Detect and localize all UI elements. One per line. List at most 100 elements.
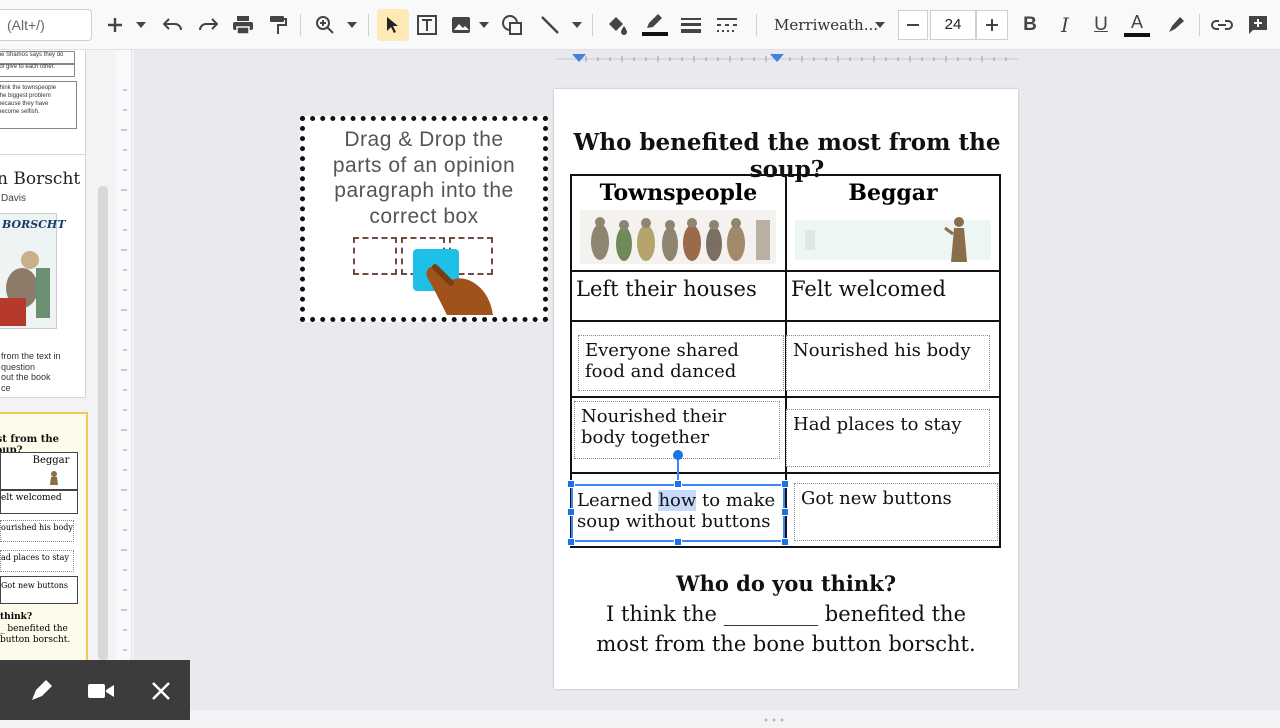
toolbar-divider [300,14,301,36]
bold-icon: B [1023,14,1037,35]
right-indent-marker[interactable] [770,54,784,62]
drop-zone-graphic [353,237,397,275]
italic-button[interactable]: I [1051,9,1079,41]
hand-pointer-icon [426,264,493,315]
line-dropdown[interactable] [568,9,586,41]
italic-icon: I [1061,13,1069,37]
increase-font-size-button[interactable] [976,10,1008,40]
thumb-text: from the text in question out the book c… [1,351,61,393]
resize-handle-e[interactable] [781,508,789,516]
line-dash-icon [717,18,737,32]
table-header-townspeople[interactable]: Townspeople [570,174,787,272]
webcam-button[interactable] [86,676,116,706]
select-tool-button[interactable] [377,9,409,41]
print-button[interactable] [228,9,258,41]
slide-filmstrip: the Shamos says they do not give to each… [0,50,114,720]
line-icon [541,16,559,34]
screen-recorder-controls [0,660,190,720]
draggable-card[interactable]: Nourished his body [786,335,990,391]
filmstrip-scrollbar[interactable] [98,186,108,660]
line-weight-icon [681,18,701,33]
instruction-box[interactable]: Drag & Drop the parts of an opinion para… [300,116,548,322]
slide-thumbnail-book[interactable]: n Borscht Davis BORSCHT from the text in… [0,154,86,398]
resize-handle-nw[interactable] [567,480,575,488]
draggable-card[interactable]: Had places to stay [786,409,990,467]
border-weight-button[interactable] [676,9,706,41]
underline-icon: U [1094,14,1108,35]
slide-thumbnail-current[interactable]: ost from the soup? Beggar elt welcomed o… [0,412,88,662]
decrease-font-size-button[interactable] [898,10,928,40]
prompt-line: I think the _________ benefited the [605,602,967,626]
new-slide-layout-dropdown[interactable] [132,9,150,41]
redo-icon [199,18,218,31]
selection-frame [571,484,785,542]
slide-page[interactable]: Who benefited the most from the soup? To… [554,89,1018,689]
font-size-input[interactable]: 24 [930,10,976,40]
zoom-button[interactable] [310,9,340,41]
close-recorder-button[interactable] [146,676,176,706]
column-header: Beggar [848,180,938,206]
thumb-col-header: Beggar [32,455,70,466]
add-comment-button[interactable] [1243,9,1273,41]
instruction-text: Drag & Drop the parts of an opinion para… [305,127,543,229]
left-indent-marker[interactable] [572,54,586,62]
chevron-down-icon [347,22,357,28]
book-cover-image: BORSCHT [0,213,66,329]
beggar-illustration [794,217,991,262]
vertical-ruler [116,50,132,710]
image-dropdown[interactable] [478,9,490,41]
paint-format-button[interactable] [263,9,293,41]
resize-handle-w[interactable] [567,508,575,516]
resize-handle-n[interactable] [674,480,682,488]
beggar-figure-icon [50,471,58,485]
prompt-question: Who do you think? [675,571,897,596]
border-dash-button[interactable] [712,9,742,41]
table-cell-felt-welcomed[interactable]: Felt welcomed [784,270,1002,322]
toolbar-divider [592,14,593,36]
highlight-color-button[interactable] [1161,9,1191,41]
resize-handle-ne[interactable] [781,480,789,488]
insert-link-button[interactable] [1207,9,1237,41]
zoom-dropdown[interactable] [343,9,361,41]
search-menus-input[interactable]: (Alt+/) [0,9,92,41]
thumb-author: Davis [1,193,27,204]
grip-dots-icon [764,718,784,722]
resize-handle-se[interactable] [781,538,789,546]
chevron-down-icon [136,22,146,28]
line-button[interactable] [535,9,565,41]
thumb-row: ourished his body [0,520,74,542]
undo-icon [163,18,182,31]
canvas-resize-grip[interactable] [760,710,790,722]
underline-button[interactable]: U [1087,9,1115,41]
draggable-card[interactable]: Got new buttons [794,483,998,541]
annotate-button[interactable] [26,676,56,706]
bold-button[interactable]: B [1016,9,1044,41]
minus-icon [907,24,919,26]
thumb-table: Beggar elt welcomed ourished his body ad… [0,452,80,604]
draggable-card[interactable]: Everyone shared food and danced [578,335,784,391]
font-family-dropdown[interactable] [872,9,888,41]
new-slide-button[interactable] [100,9,130,41]
insert-image-button[interactable] [446,9,476,41]
horizontal-ruler [556,52,1018,66]
shape-button[interactable] [497,9,527,41]
text-color-button[interactable]: A [1122,9,1152,41]
thumb-row: ad places to stay [0,550,74,572]
text-box-icon [417,15,437,35]
fill-color-button[interactable] [602,9,632,41]
border-color-button[interactable] [640,9,670,41]
rotate-handle[interactable] [673,450,683,460]
table-header-beggar[interactable]: Beggar [784,174,1002,272]
cursor-arrow-icon [387,17,398,33]
horizontal-ruler-ticks [556,54,1018,62]
resize-handle-sw[interactable] [567,538,575,546]
table-cell-left-their-houses[interactable]: Left their houses [570,270,787,322]
opinion-prompt[interactable]: Who do you think? I think the _________ … [554,569,1018,659]
link-icon [1211,20,1233,30]
redo-button[interactable] [193,9,223,41]
undo-button[interactable] [158,9,188,41]
resize-handle-s[interactable] [674,538,682,546]
instruction-line: parts of an opinion [332,153,516,177]
thumb-line: out the book [1,372,51,382]
text-box-button[interactable] [412,9,442,41]
